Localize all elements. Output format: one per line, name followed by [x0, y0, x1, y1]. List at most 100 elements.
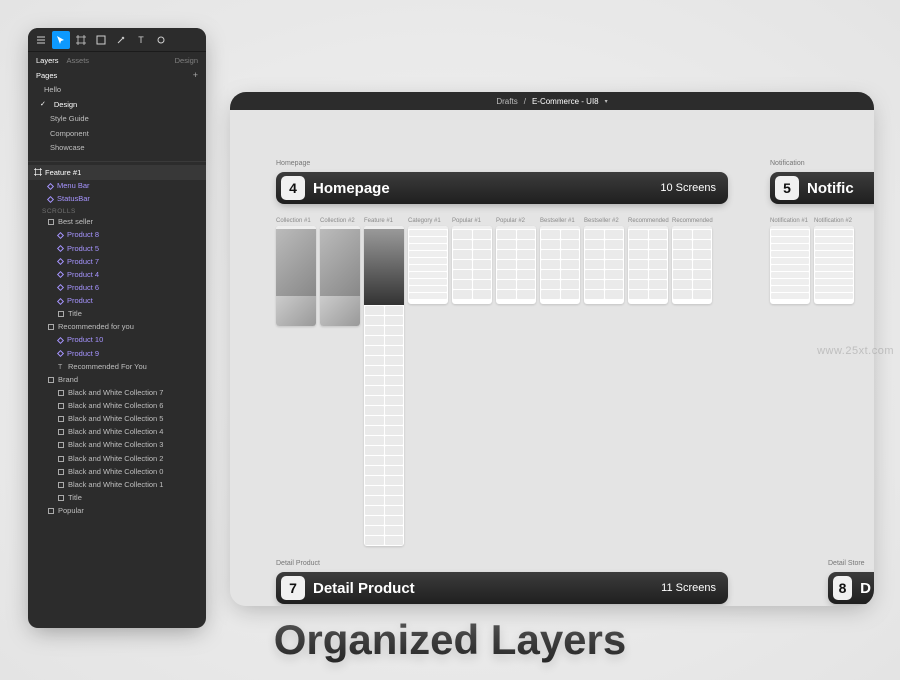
frame-mini-label: Bestseller #1 — [540, 218, 575, 224]
tab-assets[interactable]: Assets — [67, 56, 90, 65]
layer-row[interactable]: Black and White Collection 5 — [28, 413, 206, 426]
layer-label: Brand — [58, 375, 78, 385]
group-label-homepage: Homepage — [276, 160, 310, 167]
layer-label: Black and White Collection 0 — [68, 467, 163, 477]
layers-frame-header[interactable]: Feature #1 — [28, 165, 206, 180]
screen-thumb[interactable] — [770, 226, 810, 304]
canvas-breadcrumb: Drafts / E-Commerce - UI8 ▾ — [230, 92, 874, 110]
tab-layers[interactable]: Layers — [36, 56, 59, 65]
tab-design[interactable]: Design — [175, 56, 198, 65]
layer-row[interactable]: Product 8 — [28, 229, 206, 242]
layer-row[interactable]: Brand — [28, 373, 206, 386]
screen-thumb[interactable] — [584, 226, 624, 304]
layer-row[interactable]: Product 5 — [28, 242, 206, 255]
frame-icon — [58, 403, 64, 409]
frame-icon — [58, 482, 64, 488]
screen-thumb[interactable] — [452, 226, 492, 304]
layer-row[interactable]: StatusBar — [28, 193, 206, 206]
layer-row[interactable]: Product 4 — [28, 268, 206, 281]
section-detail-product: 7 Detail Product 11 Screens — [276, 572, 728, 604]
layer-row[interactable]: Black and White Collection 6 — [28, 400, 206, 413]
component-icon — [57, 298, 64, 305]
tool-pen[interactable] — [112, 31, 130, 49]
screen-thumb[interactable] — [320, 226, 360, 326]
tool-move[interactable] — [52, 31, 70, 49]
layer-row[interactable]: Black and White Collection 1 — [28, 478, 206, 491]
layer-row[interactable]: Black and White Collection 4 — [28, 426, 206, 439]
tool-rect[interactable] — [92, 31, 110, 49]
layer-label: Product 9 — [67, 349, 99, 359]
screen-thumb[interactable] — [814, 226, 854, 304]
svg-text:T: T — [138, 35, 144, 45]
layer-row[interactable]: Product 9 — [28, 347, 206, 360]
layer-row[interactable]: Product 10 — [28, 334, 206, 347]
layer-label: Black and White Collection 6 — [68, 401, 163, 411]
layer-row[interactable]: Black and White Collection 2 — [28, 452, 206, 465]
layer-row[interactable]: Black and White Collection 0 — [28, 465, 206, 478]
frame-icon — [58, 442, 64, 448]
frame-icon — [58, 311, 64, 317]
frame-mini-label: Bestseller #2 — [584, 218, 619, 224]
layer-row[interactable]: Title — [28, 491, 206, 504]
frame-icon — [34, 168, 42, 176]
layer-row[interactable]: Product — [28, 295, 206, 308]
layer-row[interactable]: Title — [28, 308, 206, 321]
layer-label: Black and White Collection 3 — [68, 440, 163, 450]
page-item[interactable]: Design — [28, 98, 206, 113]
frame-mini-label: Notification #1 — [770, 218, 808, 224]
layer-row[interactable]: Recommended For You — [28, 360, 206, 373]
breadcrumb-file[interactable]: E-Commerce - UI8 — [532, 97, 599, 106]
layer-row[interactable]: Best seller — [28, 216, 206, 229]
component-icon — [57, 232, 64, 239]
screen-thumb[interactable] — [672, 226, 712, 304]
tool-menu[interactable] — [32, 31, 50, 49]
screen-thumb[interactable] — [628, 226, 668, 304]
page-item[interactable]: Showcase — [28, 141, 206, 156]
frame-mini-label: Collection #1 — [276, 218, 311, 224]
breadcrumb-root[interactable]: Drafts — [496, 97, 517, 106]
tool-hand[interactable] — [152, 31, 170, 49]
component-icon — [57, 245, 64, 252]
page-item[interactable]: Style Guide — [28, 112, 206, 127]
layer-label: Product 4 — [67, 270, 99, 280]
layer-row[interactable]: Menu Bar — [28, 180, 206, 193]
screen-thumb[interactable] — [364, 226, 404, 546]
canvas-body[interactable]: Homepage 4 Homepage 10 Screens Notificat… — [230, 110, 874, 606]
section-title: Detail Product — [313, 580, 415, 597]
pages-header-label: Pages — [36, 71, 57, 80]
panel-tabs: Layers Assets Design — [28, 52, 206, 67]
tool-frame[interactable] — [72, 31, 90, 49]
section-notification: 5 Notific — [770, 172, 874, 204]
layer-row[interactable]: Product 6 — [28, 281, 206, 294]
frame-mini-label: Recommended — [628, 218, 669, 224]
layer-row[interactable]: Product 7 — [28, 255, 206, 268]
layer-label: Black and White Collection 2 — [68, 454, 163, 464]
layer-label: Product — [67, 296, 93, 306]
add-page-icon[interactable]: + — [193, 70, 198, 80]
layer-label: Menu Bar — [57, 181, 90, 191]
tool-text[interactable]: T — [132, 31, 150, 49]
screen-thumb[interactable] — [496, 226, 536, 304]
layer-label: Black and White Collection 4 — [68, 427, 163, 437]
screens-row-notification — [770, 226, 854, 304]
screen-thumb[interactable] — [540, 226, 580, 304]
layer-label: Product 6 — [67, 283, 99, 293]
screen-thumb[interactable] — [276, 226, 316, 326]
group-label-detailstore: Detail Store — [828, 560, 865, 567]
layer-label: Best seller — [58, 217, 93, 227]
layer-row[interactable]: Recommended for you — [28, 321, 206, 334]
page-item[interactable]: Component — [28, 127, 206, 142]
page-item[interactable]: Hello — [28, 83, 206, 98]
screen-thumb[interactable] — [408, 226, 448, 304]
layers-panel: T Layers Assets Design Pages + HelloDesi… — [28, 28, 206, 628]
layer-label: Product 10 — [67, 335, 103, 345]
section-number: 7 — [281, 576, 305, 600]
section-count: 10 Screens — [660, 182, 716, 194]
frame-icon — [58, 416, 64, 422]
layers-list: Menu BarStatusBarSCROLLSBest sellerProdu… — [28, 180, 206, 520]
frame-icon — [48, 508, 54, 514]
frame-mini-label: Recommended — [672, 218, 713, 224]
layer-row[interactable]: Black and White Collection 7 — [28, 386, 206, 399]
layer-row[interactable]: Popular — [28, 505, 206, 518]
layer-row[interactable]: Black and White Collection 3 — [28, 439, 206, 452]
